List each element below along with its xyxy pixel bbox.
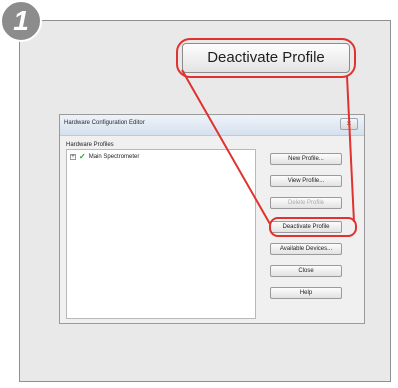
step-number-badge: 1 <box>0 0 42 42</box>
callout-connector-lines <box>181 69 355 225</box>
